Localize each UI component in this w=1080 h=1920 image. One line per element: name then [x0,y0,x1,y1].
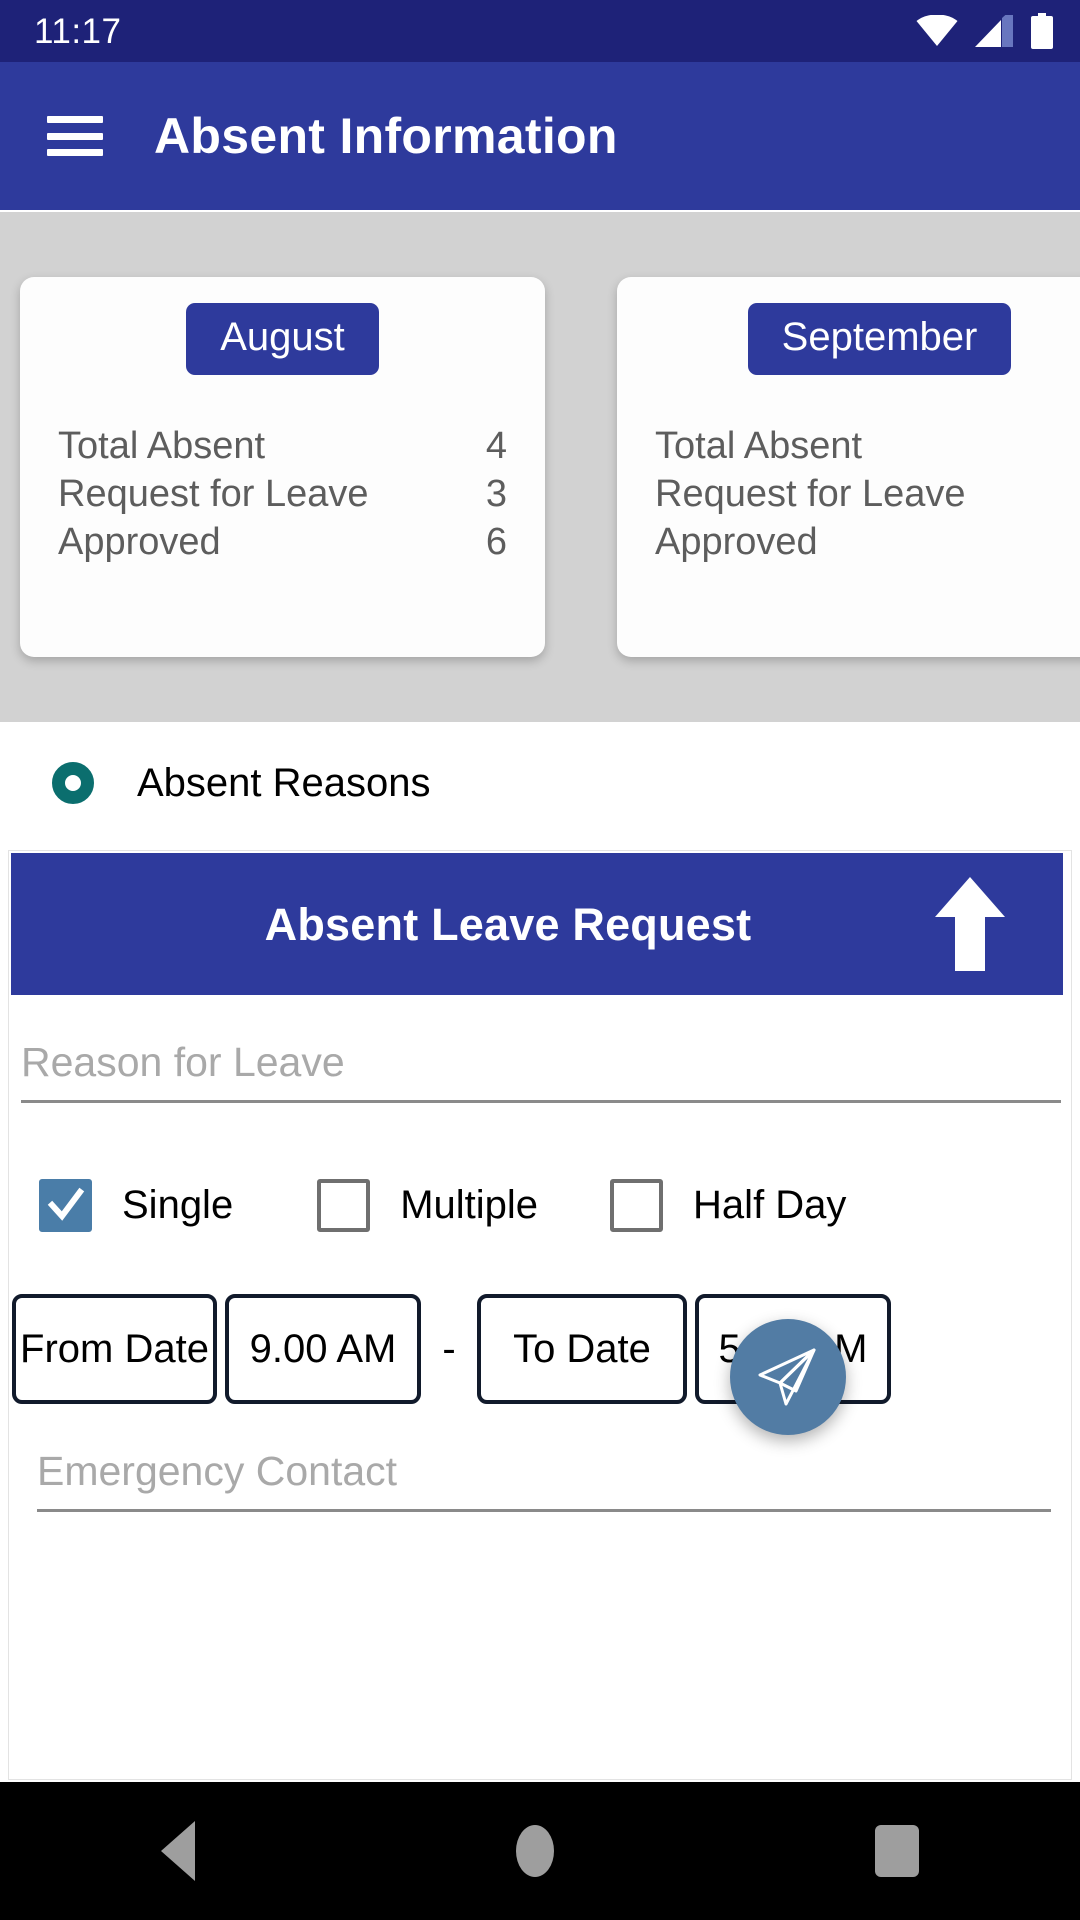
recents-square-icon[interactable] [875,1825,920,1877]
leave-request-title: Absent Leave Request [264,898,752,950]
checkbox-multiple[interactable]: Multiple [317,1178,539,1232]
emergency-contact-input[interactable] [37,1448,1051,1512]
app-bar: Absent Information [0,62,1080,210]
absent-reasons-label: Absent Reasons [137,761,431,805]
checkbox-label: Multiple [400,1183,539,1227]
month-card: August Total Absent 4 Request for Leave … [20,277,545,657]
checkbox-label: Single [122,1183,234,1227]
back-triangle-icon[interactable] [160,1821,195,1881]
month-pill-august[interactable]: August [186,303,379,375]
reason-for-leave-input[interactable] [21,1039,1061,1103]
month-stats: Total Absent 4 Request for Leave 3 Appro… [655,423,1080,567]
leave-duration-options: Single Multiple Half Day [39,1175,1039,1235]
arrow-up-icon[interactable] [935,877,1005,971]
absent-leave-request-panel: Absent Leave Request Single Multiple [8,850,1072,1780]
stat-label: Approved [58,520,221,563]
stat-value: 3 [485,472,507,515]
stat-label: Request for Leave [655,472,966,515]
absent-reasons-row[interactable]: Absent Reasons [0,722,1080,844]
checkbox-box[interactable] [610,1178,664,1232]
checkbox-box[interactable] [317,1178,371,1232]
wifi-icon [916,15,958,46]
range-separator: - [442,1326,456,1371]
month-summary-strip[interactable]: August Total Absent 4 Request for Leave … [0,212,1080,722]
hamburger-bar [47,116,103,123]
month-card: September Total Absent 4 Request for Lea… [617,277,1080,657]
checkbox-label: Half Day [693,1183,847,1227]
stat-label: Total Absent [58,425,266,467]
submit-leave-request-fab[interactable] [730,1319,846,1435]
checkbox-single[interactable]: Single [39,1178,234,1232]
stat-label: Request for Leave [58,472,369,515]
month-pill-september[interactable]: September [747,303,1012,375]
send-paper-plane-icon [758,1348,816,1406]
stat-row: Total Absent 4 [655,423,1080,471]
from-time-button[interactable]: 9.00 AM [225,1294,421,1404]
from-date-button[interactable]: From Date [12,1294,217,1404]
home-circle-icon[interactable] [515,1825,554,1877]
month-stats: Total Absent 4 Request for Leave 3 Appro… [58,423,507,567]
android-nav-bar [0,1782,1080,1920]
stat-row: Approved 6 [58,519,507,567]
hamburger-bar [47,132,103,140]
stat-label: Total Absent [655,425,863,467]
stat-row: Total Absent 4 [58,423,507,471]
status-bar: 11:17 [0,0,1080,62]
ring-indicator-icon [52,762,94,804]
page-title: Absent Information [154,108,618,164]
stat-value: 4 [485,425,507,467]
status-clock: 11:17 [34,11,122,51]
stat-label: Approved [655,520,818,563]
stat-row: Request for Leave 3 [655,471,1080,519]
check-icon [47,1187,84,1221]
hamburger-menu-icon[interactable] [47,116,103,156]
month-card-scroller[interactable]: August Total Absent 4 Request for Leave … [0,212,1080,657]
status-icon-group [916,13,1054,49]
stat-row: Approved 6 [655,519,1080,567]
to-date-button[interactable]: To Date [477,1294,687,1404]
hamburger-bar [47,149,103,156]
battery-icon [1031,13,1053,49]
cellular-signal-icon [975,15,1013,47]
checkbox-box[interactable] [39,1178,92,1232]
date-range-row: From Date 9.00 AM - To Date 5.30 PM [9,1294,1073,1404]
stat-row: Request for Leave 3 [58,471,507,519]
app-screen: 11:17 Absent Information August Total Ab… [0,0,1080,1920]
checkbox-half-day[interactable]: Half Day [610,1178,847,1232]
leave-request-header[interactable]: Absent Leave Request [11,853,1063,995]
stat-value: 6 [485,520,507,563]
